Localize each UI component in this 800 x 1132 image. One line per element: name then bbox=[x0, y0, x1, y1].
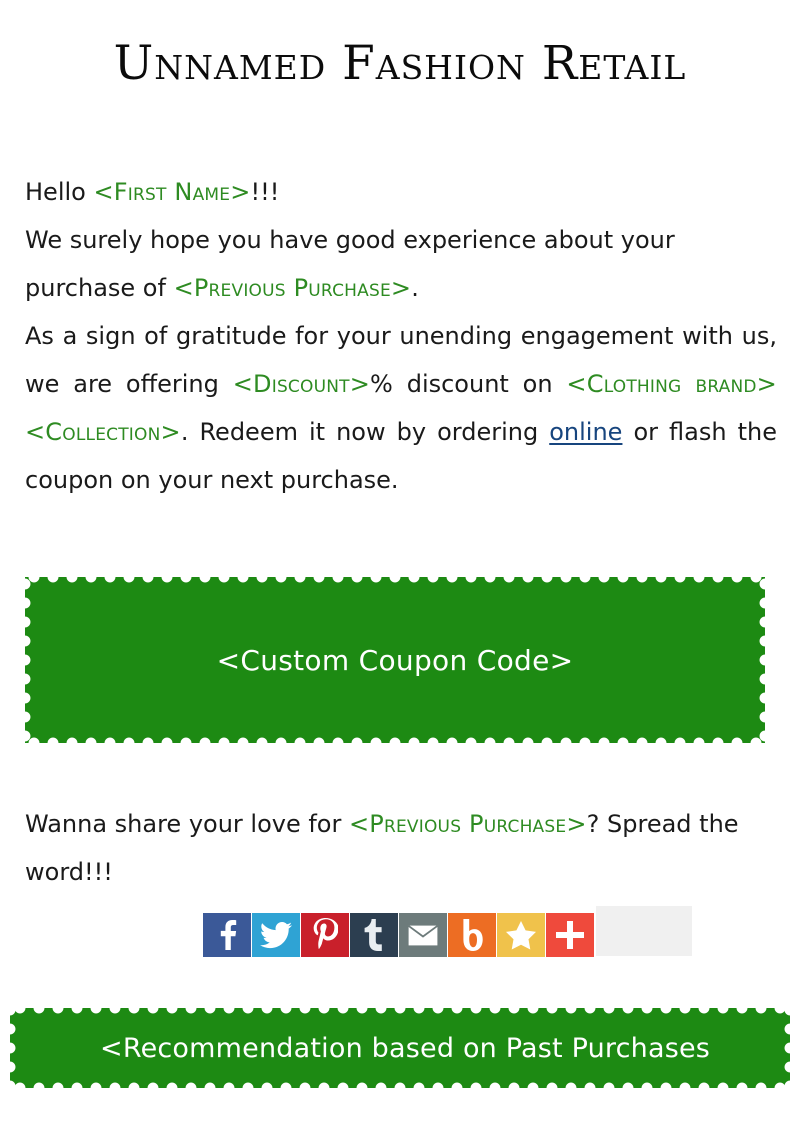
favorites-share-button[interactable] bbox=[497, 913, 545, 957]
tumblr-share-button[interactable] bbox=[350, 913, 398, 957]
pinterest-share-button[interactable] bbox=[301, 913, 349, 957]
blogger-icon bbox=[461, 919, 483, 951]
online-link[interactable]: online bbox=[549, 418, 622, 446]
page-title: Unnamed Fashion Retail bbox=[113, 36, 687, 91]
plus-icon bbox=[556, 921, 584, 949]
social-placeholder-box bbox=[596, 906, 692, 956]
placeholder-collection: <Collection> bbox=[25, 418, 181, 446]
placeholder-previous-purchase: <Previous Purchase> bbox=[173, 274, 412, 302]
coupon-code-label: <Custom Coupon Code> bbox=[216, 643, 574, 677]
greeting-prefix: Hello bbox=[25, 178, 94, 206]
greeting-line: Hello <First Name>!!! bbox=[25, 168, 777, 216]
tumblr-icon bbox=[364, 919, 384, 951]
facebook-icon bbox=[214, 920, 240, 950]
coupon-code-box[interactable]: <Custom Coupon Code> bbox=[25, 577, 765, 743]
placeholder-clothing-brand: <Clothing brand> bbox=[566, 370, 777, 398]
social-share-bar bbox=[203, 906, 692, 957]
paragraph-share: Wanna share your love for <Previous Purc… bbox=[25, 800, 777, 896]
recommendation-banner[interactable]: <Recommendation based on Past Purchases bbox=[10, 1008, 790, 1088]
recommendation-label: <Recommendation based on Past Purchases bbox=[100, 1032, 711, 1064]
greeting-suffix: !!! bbox=[250, 178, 280, 206]
twitter-share-button[interactable] bbox=[252, 913, 300, 957]
star-icon bbox=[506, 920, 536, 950]
facebook-share-button[interactable] bbox=[203, 913, 251, 957]
paragraph-offer: As a sign of gratitude for your unending… bbox=[25, 312, 777, 504]
addthis-share-button[interactable] bbox=[546, 913, 594, 957]
blogger-share-button[interactable] bbox=[448, 913, 496, 957]
paragraph2-part4: . Redeem it now by ordering bbox=[180, 418, 550, 446]
pinterest-icon bbox=[312, 918, 338, 952]
email-body: Hello <First Name>!!! We surely hope you… bbox=[25, 168, 777, 504]
placeholder-discount: <Discount> bbox=[232, 370, 371, 398]
placeholder-first-name: <First Name> bbox=[93, 178, 251, 206]
share-part1: Wanna share your love for bbox=[25, 810, 349, 838]
placeholder-previous-purchase-share: <Previous Purchase> bbox=[349, 810, 587, 838]
share-block: Wanna share your love for <Previous Purc… bbox=[25, 800, 777, 896]
paragraph1-part2: . bbox=[411, 274, 419, 302]
paragraph-purchase: We surely hope you have good experience … bbox=[25, 216, 777, 312]
envelope-icon bbox=[407, 923, 439, 947]
email-share-button[interactable] bbox=[399, 913, 447, 957]
paragraph2-part2: % discount on bbox=[370, 370, 567, 398]
twitter-bird-icon bbox=[260, 921, 292, 949]
